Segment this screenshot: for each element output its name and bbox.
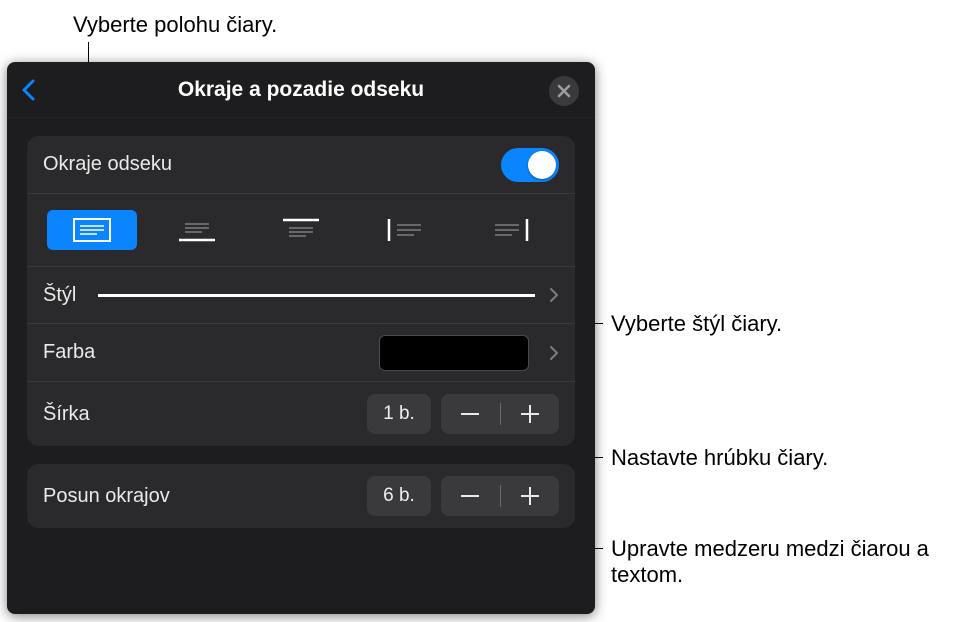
back-button[interactable] — [21, 76, 45, 104]
color-label: Farba — [43, 341, 95, 364]
annotation-offset: Upravte medzeru medzi čiarou a textom. — [611, 536, 964, 588]
panel-header: Okraje a pozadie odseku — [7, 62, 595, 118]
border-position-right[interactable] — [465, 210, 555, 250]
plus-icon — [521, 495, 539, 497]
annotation-width: Nastavte hrúbku čiary. — [611, 445, 828, 471]
border-top-icon — [282, 218, 320, 242]
width-value[interactable]: 1 b. — [367, 394, 431, 434]
offset-stepper — [441, 476, 559, 516]
border-position-all[interactable] — [47, 210, 137, 250]
border-all-icon — [73, 218, 111, 242]
border-position-bottom[interactable] — [152, 210, 242, 250]
border-right-icon — [491, 218, 529, 242]
offset-row: Posun okrajov 6 b. — [27, 464, 575, 528]
color-swatch — [379, 335, 529, 371]
close-button[interactable] — [549, 76, 579, 106]
borders-section: Okraje odseku — [27, 136, 575, 446]
style-preview — [98, 294, 535, 297]
paragraph-borders-row: Okraje odseku — [27, 136, 575, 194]
annotation-style: Vyberte štýl čiary. — [611, 311, 782, 337]
paragraph-borders-toggle[interactable] — [501, 148, 559, 182]
border-position-row — [27, 194, 575, 266]
minus-icon — [461, 413, 479, 415]
width-row: Šírka 1 b. — [27, 382, 575, 446]
close-icon — [557, 84, 571, 98]
border-position-left[interactable] — [361, 210, 451, 250]
panel-title: Okraje a pozadie odseku — [178, 78, 424, 102]
color-row[interactable]: Farba — [27, 324, 575, 382]
paragraph-borders-label: Okraje odseku — [43, 153, 172, 176]
offset-section: Posun okrajov 6 b. — [27, 464, 575, 528]
borders-background-panel: Okraje a pozadie odseku Okraje odseku — [7, 62, 595, 614]
offset-increase-button[interactable] — [501, 476, 560, 516]
chevron-right-icon — [549, 345, 559, 361]
border-position-top[interactable] — [256, 210, 346, 250]
width-increase-button[interactable] — [501, 394, 560, 434]
plus-icon — [521, 413, 539, 415]
offset-value[interactable]: 6 b. — [367, 476, 431, 516]
annotation-position: Vyberte polohu čiary. — [73, 12, 277, 38]
style-row[interactable]: Štýl — [27, 266, 575, 324]
offset-decrease-button[interactable] — [441, 476, 500, 516]
width-label: Šírka — [43, 403, 90, 426]
width-decrease-button[interactable] — [441, 394, 500, 434]
minus-icon — [461, 495, 479, 497]
chevron-right-icon — [549, 287, 559, 303]
border-left-icon — [387, 218, 425, 242]
offset-label: Posun okrajov — [43, 485, 170, 508]
style-label: Štýl — [43, 284, 76, 307]
width-stepper — [441, 394, 559, 434]
border-bottom-icon — [178, 218, 216, 242]
chevron-left-icon — [21, 79, 35, 101]
toggle-knob — [528, 151, 556, 179]
